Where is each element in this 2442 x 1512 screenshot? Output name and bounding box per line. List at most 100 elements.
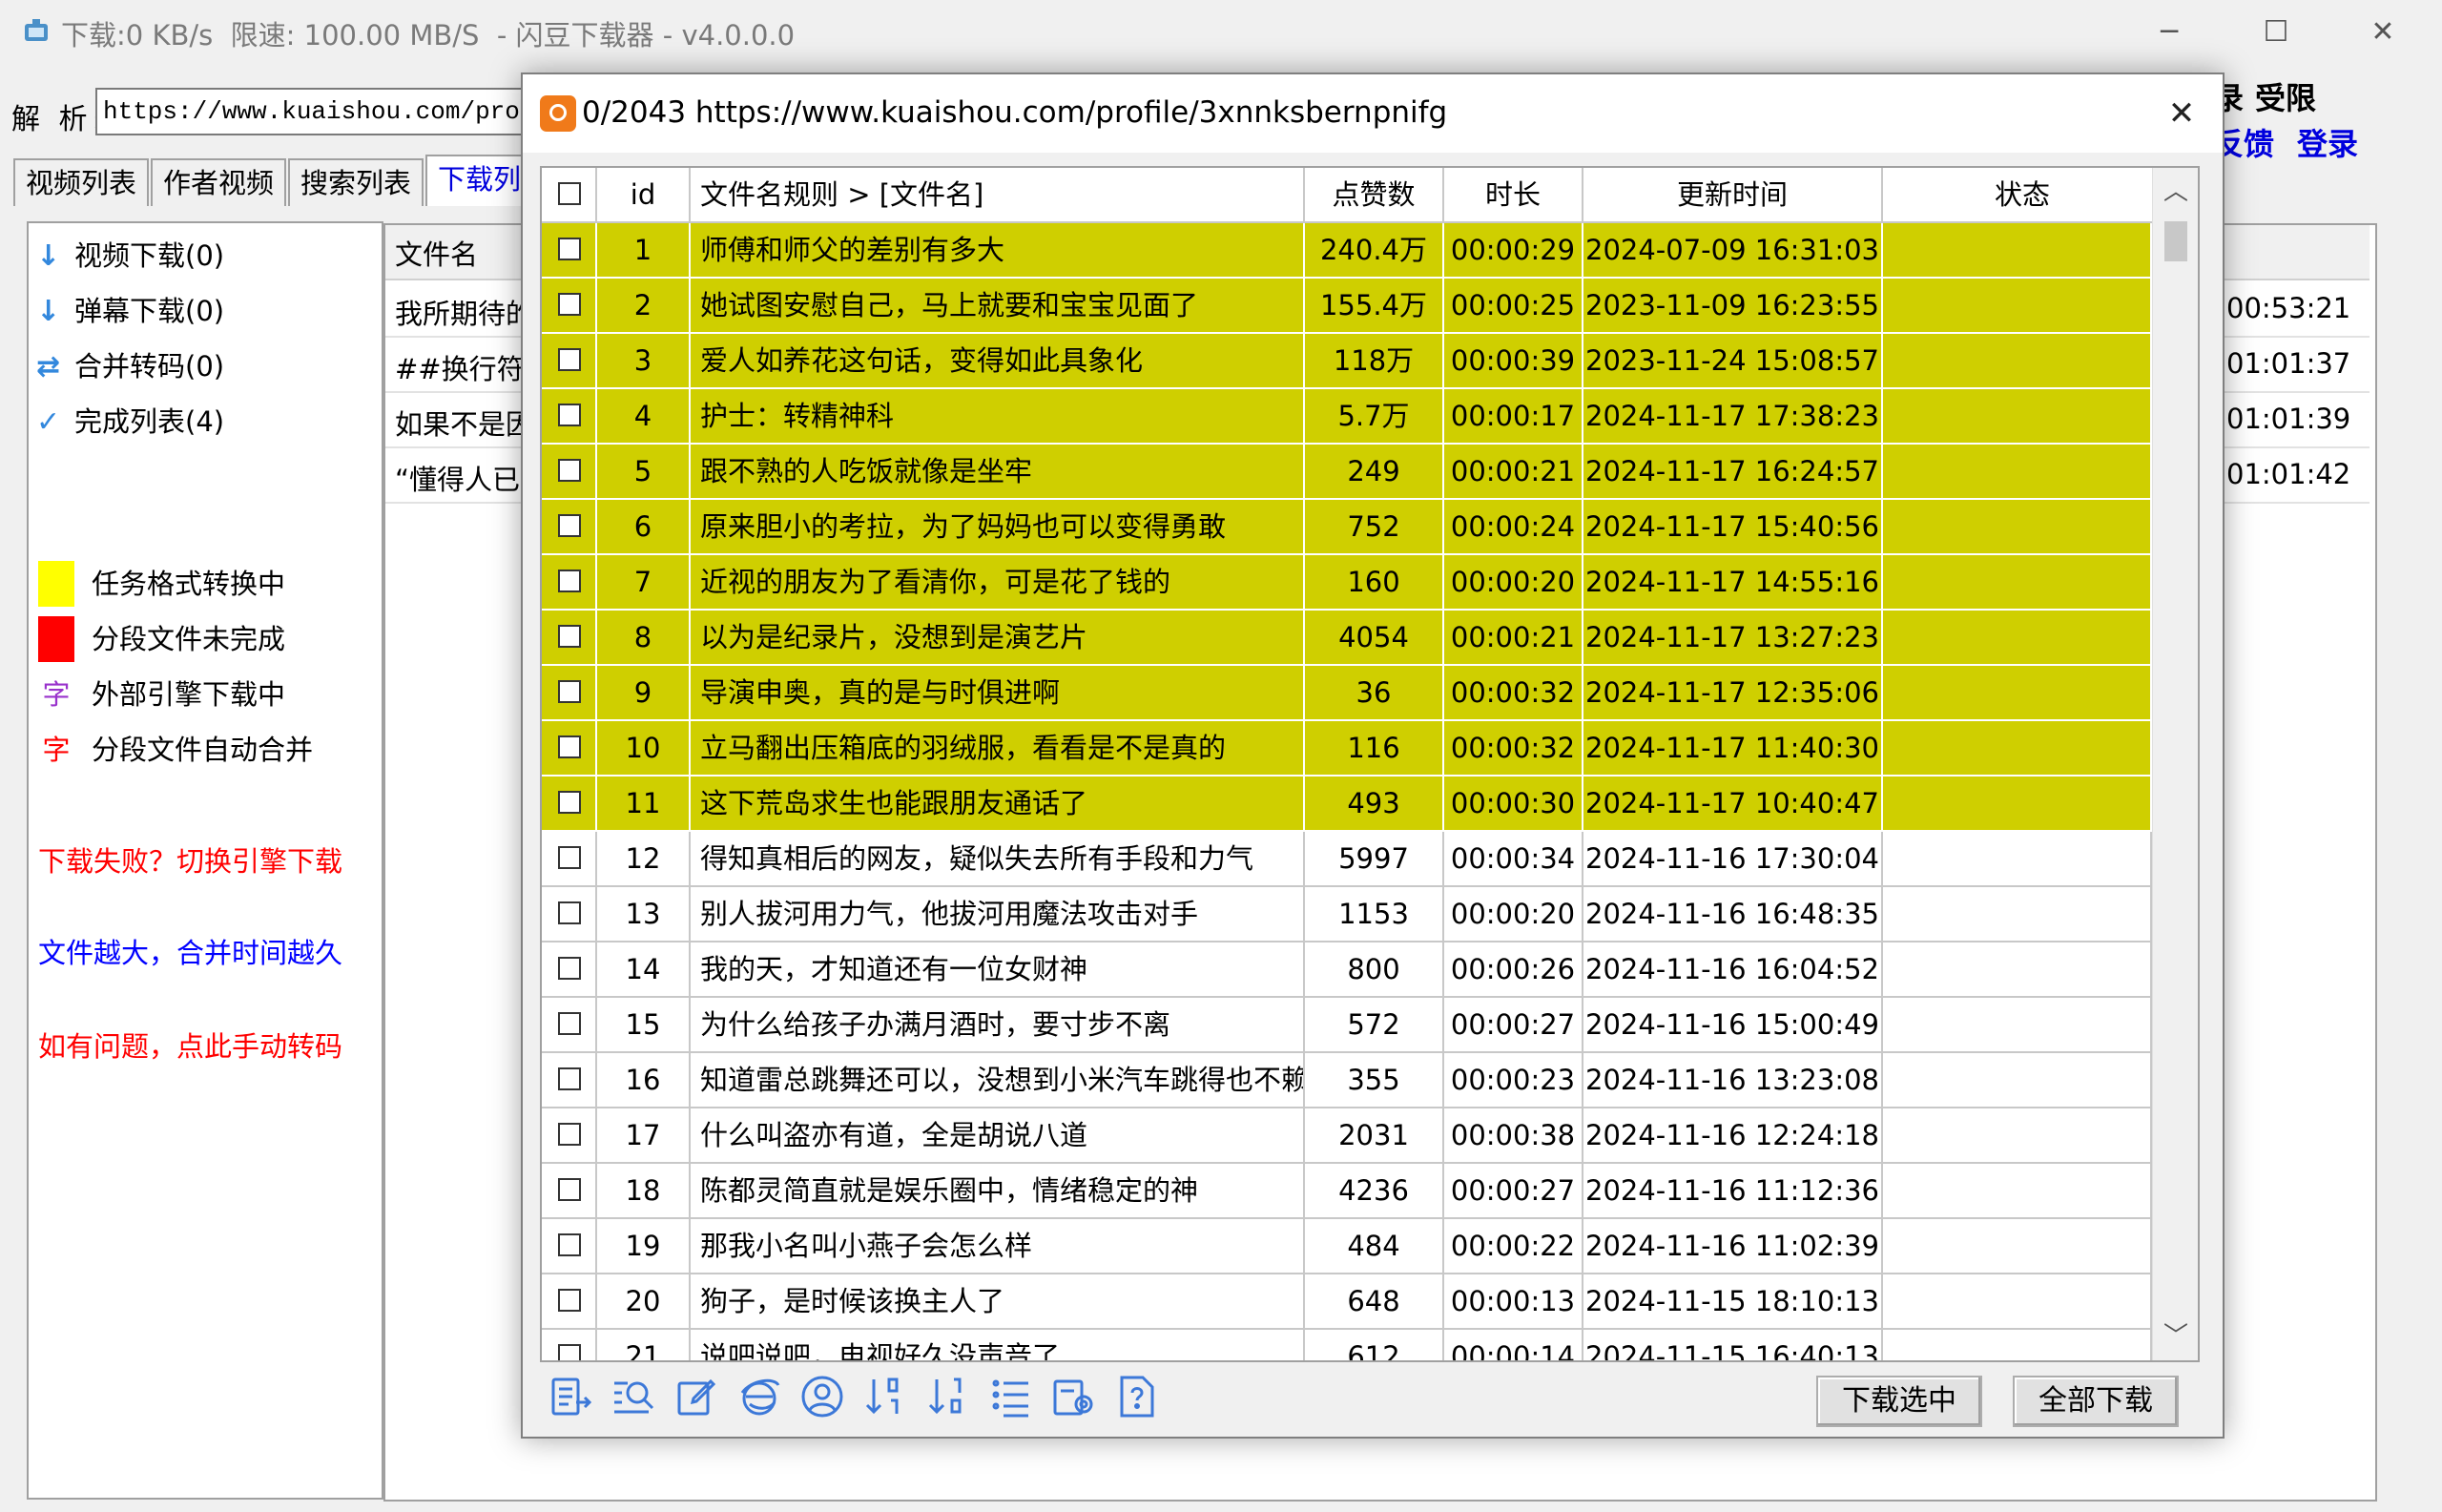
table-row[interactable]: 14 我的天，才知道还有一位女财神 800 00:00:26 2024-11-16 16… xyxy=(542,942,2152,998)
row-checkbox[interactable] xyxy=(558,1123,581,1146)
sidebar-item-completed[interactable]: ✓ 完成列表(4) xyxy=(36,401,224,443)
table-row[interactable]: 1 师傅和师父的差别有多大 240.4万 00:00:29 2024-07-09 16:… xyxy=(542,223,2152,279)
column-status[interactable]: 状态 xyxy=(1883,168,2163,223)
row-checkbox[interactable] xyxy=(558,625,581,648)
cell-status xyxy=(1883,334,2152,389)
cell-status xyxy=(1883,1108,2152,1164)
cell-filename: 导演申奥，真的是与时俱进啊 xyxy=(691,666,1305,721)
table-row[interactable]: 17 什么叫盗亦有道，全是胡说八道 2031 00:00:38 2024-11-16 1… xyxy=(542,1108,2152,1164)
tab-video-list[interactable]: 视频列表 xyxy=(13,158,149,206)
user-icon[interactable] xyxy=(799,1374,845,1419)
row-checkbox[interactable] xyxy=(558,570,581,592)
tab-author-videos[interactable]: 作者视频 xyxy=(151,158,286,206)
row-checkbox[interactable] xyxy=(558,791,581,814)
table-row[interactable]: 13 别人拔河用力气，他拔河用魔法攻击对手 1153 00:00:20 2024-11-… xyxy=(542,887,2152,942)
edit-icon[interactable] xyxy=(673,1374,719,1419)
row-checkbox-cell xyxy=(542,887,597,942)
row-checkbox[interactable] xyxy=(558,514,581,537)
table-row[interactable]: 12 得知真相后的网友，疑似失去所有手段和力气 5997 00:00:34 2024-1… xyxy=(542,832,2152,887)
legend-label: 外部引擎下载中 xyxy=(92,678,286,711)
row-checkbox[interactable] xyxy=(558,293,581,316)
minimize-button[interactable]: ─ xyxy=(2116,0,2223,63)
close-button[interactable]: ✕ xyxy=(2329,0,2436,63)
red-swatch xyxy=(38,616,74,662)
row-checkbox[interactable] xyxy=(558,1233,581,1256)
cell-filename: 那我小名叫小燕子会怎么样 xyxy=(691,1219,1305,1274)
table-row[interactable]: 18 陈都灵简直就是娱乐圈中，情绪稳定的神 4236 00:00:27 2024-11-… xyxy=(542,1164,2152,1219)
login-link[interactable]: 登录 xyxy=(2297,120,2358,164)
purple-char-icon: 字 xyxy=(42,678,71,711)
table-row[interactable]: 19 那我小名叫小燕子会怎么样 484 00:00:22 2024-11-16 11:0… xyxy=(542,1219,2152,1274)
scroll-down-icon[interactable]: ﹀ xyxy=(2153,1313,2198,1360)
select-all-checkbox[interactable] xyxy=(558,182,581,205)
table-row[interactable]: 5 跟不熟的人吃饭就像是坐牢 249 00:00:21 2024-11-17 16:24… xyxy=(542,445,2152,500)
row-checkbox[interactable] xyxy=(558,1178,581,1201)
row-checkbox[interactable] xyxy=(558,735,581,758)
cell-likes: 118万 xyxy=(1305,334,1444,389)
sort-ascending-icon[interactable] xyxy=(862,1374,908,1419)
table-row[interactable]: 7 近视的朋友为了看清你，可是花了钱的 160 00:00:20 2024-11-17 … xyxy=(542,555,2152,611)
row-checkbox[interactable] xyxy=(558,1067,581,1090)
row-checkbox[interactable] xyxy=(558,1012,581,1035)
cell-duration: 00:00:30 xyxy=(1444,777,1583,832)
table-row[interactable]: 10 立马翻出压箱底的羽绒服，看看是不是真的 116 00:00:32 2024-11-… xyxy=(542,721,2152,777)
table-row[interactable]: 15 为什么给孩子办满月酒时，要寸步不离 572 00:00:27 2024-11-16… xyxy=(542,998,2152,1053)
vertical-scrollbar[interactable]: ︿ ﹀ xyxy=(2152,168,2198,1360)
manual-transcode-link[interactable]: 如有问题，点此手动转码 xyxy=(38,1025,342,1065)
cell-likes: 2031 xyxy=(1305,1108,1444,1164)
app-icon xyxy=(25,19,48,41)
scroll-thumb[interactable] xyxy=(2164,221,2187,261)
browser-icon[interactable] xyxy=(736,1374,782,1419)
title-bar: 下载:0 KB/s 限速: 100.00 MB/S - 闪豆下载器 - v4.0… xyxy=(0,0,2442,63)
cell-likes: 355 xyxy=(1305,1053,1444,1108)
table-row[interactable]: 8 以为是纪录片，没想到是演艺片 4054 00:00:21 2024-11-17 13… xyxy=(542,611,2152,666)
list-icon[interactable] xyxy=(988,1374,1034,1419)
scroll-up-icon[interactable]: ︿ xyxy=(2153,168,2198,216)
settings-icon[interactable] xyxy=(1051,1374,1097,1419)
maximize-button[interactable]: ☐ xyxy=(2223,0,2329,63)
help-icon[interactable] xyxy=(1114,1374,1160,1419)
sort-descending-icon[interactable] xyxy=(925,1374,971,1419)
search-list-icon[interactable] xyxy=(610,1374,656,1419)
row-checkbox[interactable] xyxy=(558,238,581,260)
row-checkbox[interactable] xyxy=(558,1344,581,1360)
cell-updated: 2024-11-16 16:04:52 xyxy=(1583,942,1883,998)
table-row[interactable]: 2 她试图安慰自己，马上就要和宝宝见面了 155.4万 00:00:25 2023-11… xyxy=(542,279,2152,334)
export-list-icon[interactable] xyxy=(548,1374,593,1419)
table-row[interactable]: 21 说吧说吧，电视好久没声音了 612 00:00:14 2024-11-15 16:… xyxy=(542,1330,2152,1360)
row-checkbox[interactable] xyxy=(558,459,581,482)
table-row[interactable]: 16 知道雷总跳舞还可以，没想到小米汽车跳得也不赖 355 00:00:23 2024-… xyxy=(542,1053,2152,1108)
column-filename-rule[interactable]: 文件名规则 > [文件名] xyxy=(691,168,1305,223)
table-row[interactable]: 4 护士：转精神科 5.7万 00:00:17 2024-11-17 17:38:23 xyxy=(542,389,2152,445)
table-row[interactable]: 6 原来胆小的考拉，为了妈妈也可以变得勇敢 752 00:00:24 2024-11-1… xyxy=(542,500,2152,555)
cell-status xyxy=(1883,666,2152,721)
cell-updated: 2023-11-09 16:23:55 xyxy=(1583,279,1883,334)
sidebar-item-video-download[interactable]: ↓ 视频下载(0) xyxy=(36,235,224,277)
download-selected-button[interactable]: 下载选中 xyxy=(1816,1376,1982,1427)
column-likes[interactable]: 点赞数 xyxy=(1305,168,1444,223)
table-row[interactable]: 3 爱人如养花这句话，变得如此具象化 118万 00:00:39 2023-11-24 … xyxy=(542,334,2152,389)
sidebar-item-label: 完成列表(4) xyxy=(74,405,225,438)
column-id[interactable]: id xyxy=(597,168,691,223)
table-row[interactable]: 9 导演申奥，真的是与时俱进啊 36 00:00:32 2024-11-17 12:35… xyxy=(542,666,2152,721)
column-updated[interactable]: 更新时间 xyxy=(1583,168,1883,223)
table-row[interactable]: 20 狗子，是时候该换主人了 648 00:00:13 2024-11-15 18:10… xyxy=(542,1274,2152,1330)
column-duration[interactable]: 时长 xyxy=(1444,168,1583,223)
row-checkbox[interactable] xyxy=(558,680,581,703)
cell-updated: 2024-11-15 16:40:13 xyxy=(1583,1330,1883,1360)
dialog-close-button[interactable]: ✕ xyxy=(2158,92,2205,135)
row-checkbox[interactable] xyxy=(558,1289,581,1312)
download-all-button[interactable]: 全部下载 xyxy=(2013,1376,2179,1427)
row-checkbox[interactable] xyxy=(558,957,581,980)
sidebar-item-merge-transcode[interactable]: ⇄ 合并转码(0) xyxy=(36,345,224,387)
switch-engine-link[interactable]: 下载失败？切换引擎下载 xyxy=(38,839,342,880)
row-checkbox[interactable] xyxy=(558,348,581,371)
row-checkbox[interactable] xyxy=(558,846,581,869)
row-checkbox[interactable] xyxy=(558,901,581,924)
cell-id: 18 xyxy=(597,1164,691,1219)
tab-search-list[interactable]: 搜索列表 xyxy=(288,158,424,206)
cell-duration: 00:00:21 xyxy=(1444,445,1583,500)
table-row[interactable]: 11 这下荒岛求生也能跟朋友通话了 493 00:00:30 2024-11-17 10… xyxy=(542,777,2152,832)
sidebar-item-danmaku-download[interactable]: ↓ 弹幕下载(0) xyxy=(36,290,224,332)
row-checkbox[interactable] xyxy=(558,404,581,426)
